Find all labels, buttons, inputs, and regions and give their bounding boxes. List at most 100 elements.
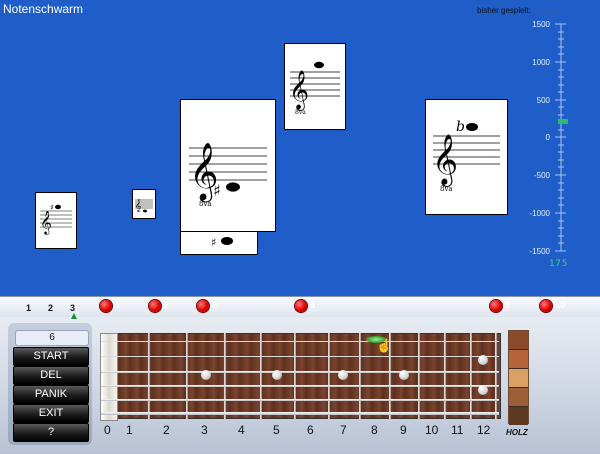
exit-button[interactable]: EXIT	[13, 404, 89, 423]
note-card: 𝄞 b 8va	[425, 99, 508, 215]
note-card: 𝄞 ♯	[35, 192, 77, 249]
fret	[328, 333, 330, 419]
note-card: ♯	[180, 229, 258, 255]
scale-label: -1000	[529, 209, 550, 218]
scale-label: -1500	[529, 247, 550, 256]
elapsed-time: bisher gespielt: 03:02:04	[477, 6, 565, 15]
score-display: 175	[549, 259, 569, 269]
sound-selector[interactable]	[508, 330, 529, 425]
wood-swatch[interactable]	[509, 350, 528, 369]
guitar-string[interactable]	[101, 412, 499, 415]
score-scale: 1500 1000 500 0 -500 -1000 -1500	[520, 18, 570, 258]
elapsed-value: 03:02:04	[533, 6, 565, 15]
score-indicator	[558, 119, 568, 124]
string-option-1[interactable]: 1	[26, 303, 31, 313]
wood-swatch[interactable]	[509, 369, 528, 388]
string-option-3[interactable]: 3	[70, 303, 75, 313]
position-marker[interactable]: 2	[149, 299, 179, 313]
start-button[interactable]: START	[13, 347, 89, 366]
sound-label: HOLZ	[506, 428, 528, 437]
svg-text:𝄞: 𝄞	[289, 70, 309, 111]
note-card: 𝄞	[132, 189, 156, 219]
scale-label: -500	[533, 171, 550, 180]
svg-text:♯: ♯	[50, 203, 54, 212]
note-card: 𝄞 ♯ 8va	[180, 99, 276, 232]
strings-count-field[interactable]: 6	[15, 330, 89, 346]
fret-number: 8	[371, 423, 378, 437]
scale-label: 1000	[532, 58, 550, 67]
scale-label: 0	[545, 133, 550, 142]
fret	[148, 333, 150, 419]
fret-nut	[100, 333, 118, 421]
fret	[418, 333, 420, 419]
fret-number: 11	[451, 423, 464, 437]
wood-swatch[interactable]	[509, 407, 528, 425]
svg-text:𝄞: 𝄞	[432, 134, 458, 187]
help-button[interactable]: ?	[13, 423, 89, 442]
note-staff: ♯	[211, 236, 233, 249]
fret	[495, 333, 497, 419]
fret-number: 3	[201, 423, 208, 437]
marker-label: 10	[555, 300, 566, 310]
fret-inlay	[338, 370, 348, 380]
elapsed-label: bisher gespielt:	[477, 6, 531, 15]
note-card: 𝄞 8va	[284, 43, 346, 130]
marker-dot-icon	[149, 300, 161, 312]
position-marker[interactable]: 1	[100, 299, 130, 313]
guitar-string[interactable]	[101, 371, 499, 373]
fret-number: 0	[104, 423, 111, 437]
svg-text:𝄞: 𝄞	[135, 199, 142, 212]
fret-number: 4	[238, 423, 245, 437]
fret-inlay	[399, 370, 409, 380]
string-option-2[interactable]: 2	[48, 303, 53, 313]
panic-button[interactable]: PANIK	[13, 385, 89, 404]
svg-text:♯: ♯	[211, 236, 216, 249]
fret-number: 2	[163, 423, 170, 437]
position-marker[interactable]: 9	[490, 299, 520, 313]
svg-text:8va: 8va	[295, 109, 306, 116]
guitar-string[interactable]	[101, 341, 499, 342]
fret	[260, 333, 262, 419]
marker-dot-icon	[490, 300, 502, 312]
fret	[224, 333, 226, 419]
svg-text:𝄞: 𝄞	[40, 210, 52, 235]
guitar-string[interactable]	[101, 399, 499, 401]
marker-label: 2	[164, 300, 170, 310]
marker-dot-icon	[540, 300, 552, 312]
marker-dot-icon	[197, 300, 209, 312]
fretboard[interactable]	[100, 333, 501, 419]
guitar-string[interactable]	[101, 356, 499, 357]
fret	[186, 333, 188, 419]
wood-swatch[interactable]	[509, 331, 528, 350]
fret-number: 7	[340, 423, 347, 437]
note-staff: 𝄞 8va	[289, 61, 340, 116]
fret	[444, 333, 446, 419]
note-staff: 𝄞 ♯ 8va	[189, 142, 267, 208]
fret-inlay	[478, 385, 488, 395]
svg-text:♯: ♯	[213, 181, 221, 200]
svg-text:8va: 8va	[440, 185, 453, 193]
position-marker[interactable]: 10	[540, 299, 570, 313]
fret	[470, 333, 472, 419]
fret-inlay	[478, 355, 488, 365]
fret-inlay	[201, 370, 211, 380]
guitar-string[interactable]	[101, 385, 499, 387]
wood-swatch[interactable]	[509, 388, 528, 407]
fret-number: 5	[273, 423, 280, 437]
hand-cursor-icon: ☝	[376, 338, 393, 353]
note-staff: 𝄞 b 8va	[432, 119, 500, 193]
scale-label: 1500	[532, 20, 550, 29]
fret	[359, 333, 361, 419]
position-marker[interactable]: 3	[197, 299, 227, 313]
marker-dot-icon	[295, 300, 307, 312]
selected-string-pointer-icon	[71, 313, 77, 319]
marker-label: 9	[505, 300, 511, 310]
delete-button[interactable]: DEL	[13, 366, 89, 385]
fret-number: 12	[477, 423, 491, 437]
app-title: Notenschwarm	[3, 2, 84, 16]
marker-label: 5	[310, 300, 316, 310]
fret-number: 10	[425, 423, 439, 437]
marker-dot-icon	[100, 300, 112, 312]
note-staff: 𝄞 ♯	[40, 203, 72, 235]
position-marker[interactable]: 5	[295, 299, 325, 313]
